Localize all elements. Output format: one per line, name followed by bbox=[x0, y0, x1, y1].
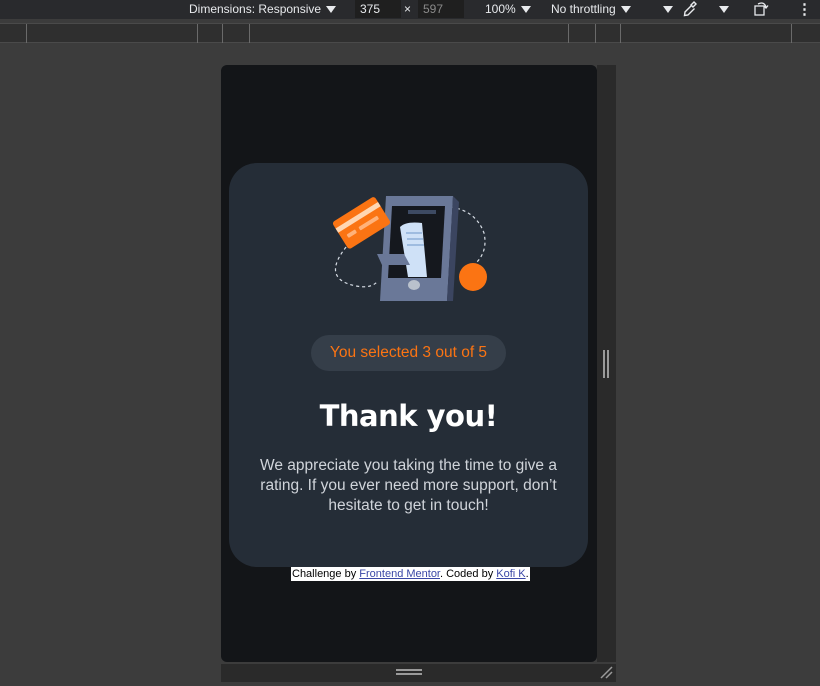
device-options-dropdown[interactable] bbox=[658, 1, 673, 18]
more-options-button[interactable]: ⋮ bbox=[797, 1, 812, 18]
ruler-tick[interactable] bbox=[26, 24, 27, 43]
ruler-tick[interactable] bbox=[197, 24, 198, 43]
ruler-tick[interactable] bbox=[568, 24, 569, 43]
ruler-tick[interactable] bbox=[249, 24, 250, 43]
devtools-device-toolbar: Dimensions: Responsive 375 × 597 100% No… bbox=[0, 0, 820, 19]
payment-illustration-icon bbox=[332, 196, 487, 301]
thank-you-description: We appreciate you taking the time to giv… bbox=[260, 457, 557, 514]
author-link[interactable]: Kofi K bbox=[496, 568, 525, 580]
throttling-dropdown[interactable]: No throttling bbox=[551, 1, 631, 18]
right-resize-grip-icon bbox=[603, 350, 609, 378]
throttling-label: No throttling bbox=[551, 2, 616, 16]
ruler-tick[interactable] bbox=[620, 24, 621, 43]
bottom-resize-grip-icon bbox=[396, 669, 422, 676]
ruler-tick[interactable] bbox=[222, 24, 223, 43]
thank-you-card: You selected 3 out of 5 Thank you! We ap… bbox=[229, 163, 588, 567]
height-input[interactable]: 597 bbox=[418, 0, 464, 18]
eyedropper-icon bbox=[683, 1, 697, 17]
dropdown-arrow-icon bbox=[663, 6, 673, 14]
rotate-dropdown[interactable] bbox=[714, 1, 729, 18]
rotate-button[interactable] bbox=[752, 0, 770, 17]
thank-you-heading: Thank you! bbox=[319, 399, 498, 433]
attribution-suffix: . bbox=[525, 568, 529, 580]
attribution-middle: . Coded by bbox=[440, 568, 497, 580]
dimensions-dropdown[interactable]: Dimensions: Responsive bbox=[189, 1, 337, 18]
dropdown-arrow-icon bbox=[326, 6, 337, 14]
ruler-tick[interactable] bbox=[595, 24, 596, 43]
more-options-icon: ⋮ bbox=[797, 1, 812, 18]
ruler-tick[interactable] bbox=[791, 24, 792, 43]
zoom-label: 100% bbox=[485, 2, 516, 16]
times-symbol: × bbox=[404, 2, 412, 16]
frontend-mentor-link[interactable]: Frontend Mentor bbox=[359, 568, 440, 580]
rotate-icon bbox=[754, 2, 769, 16]
rating-selection-badge: You selected 3 out of 5 bbox=[311, 335, 506, 371]
width-input[interactable]: 375 bbox=[355, 0, 401, 18]
media-query-ruler bbox=[0, 23, 820, 43]
dimensions-label: Dimensions: Responsive bbox=[189, 2, 322, 16]
corner-resize-grip-icon[interactable] bbox=[598, 664, 614, 680]
zoom-dropdown[interactable]: 100% bbox=[485, 1, 531, 18]
dropdown-arrow-icon bbox=[719, 6, 729, 14]
eyedropper-button[interactable] bbox=[682, 0, 698, 17]
attribution-prefix: Challenge by bbox=[292, 568, 360, 580]
device-viewport: You selected 3 out of 5 Thank you! We ap… bbox=[221, 65, 597, 662]
dropdown-arrow-icon bbox=[620, 6, 631, 14]
dropdown-arrow-icon bbox=[520, 6, 531, 14]
attribution: Challenge by Frontend Mentor. Coded by K… bbox=[291, 567, 530, 581]
